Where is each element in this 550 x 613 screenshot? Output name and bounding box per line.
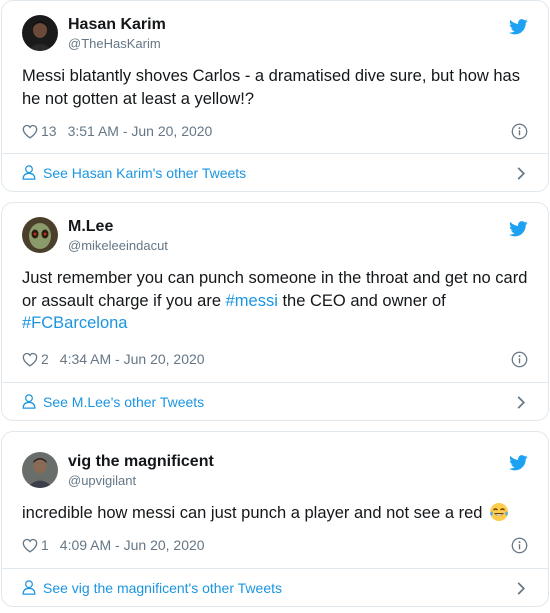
hashtag-link[interactable]: #FCBarcelona xyxy=(22,314,127,332)
author-handle[interactable]: @mikeleeindacut xyxy=(68,238,168,253)
twitter-bird-icon[interactable] xyxy=(509,19,528,35)
footer-link-label[interactable]: See Hasan Karim's other Tweets xyxy=(43,165,246,181)
tweet-card: Hasan Karim @TheHasKarim Messi blatantly… xyxy=(1,0,549,192)
chevron-right-icon[interactable] xyxy=(516,395,526,410)
info-icon[interactable] xyxy=(511,351,528,368)
person-icon xyxy=(22,394,36,409)
person-icon xyxy=(22,580,36,595)
info-icon[interactable] xyxy=(511,123,528,140)
like-count[interactable]: 1 xyxy=(41,537,49,553)
tweet-card: vig the magnificent @upvigilant incredib… xyxy=(1,431,549,607)
timestamp[interactable]: 3:51 AM - Jun 20, 2020 xyxy=(68,123,213,139)
tweet-card: M.Lee @mikeleeindacut Just remember you … xyxy=(1,202,549,421)
heart-icon[interactable] xyxy=(22,538,38,553)
timestamp[interactable]: 4:34 AM - Jun 20, 2020 xyxy=(60,351,205,367)
tweet-meta: 13 3:51 AM - Jun 20, 2020 xyxy=(22,122,212,140)
tweet-text-part: the CEO and owner of xyxy=(277,291,446,310)
author-name[interactable]: Hasan Karim xyxy=(68,16,166,34)
footer-link-label[interactable]: See vig the magnificent's other Tweets xyxy=(43,580,282,596)
info-icon[interactable] xyxy=(511,537,528,554)
tweet-meta: 2 4:34 AM - Jun 20, 2020 xyxy=(22,350,205,368)
avatar[interactable] xyxy=(22,217,58,253)
chevron-right-icon[interactable] xyxy=(516,581,526,596)
heart-icon[interactable] xyxy=(22,352,38,367)
author-name[interactable]: M.Lee xyxy=(68,218,113,236)
tweet-meta: 1 4:09 AM - Jun 20, 2020 xyxy=(22,536,205,554)
like-count[interactable]: 2 xyxy=(41,351,49,367)
tweet-text: Messi blatantly shoves Carlos - a dramat… xyxy=(22,67,520,108)
timestamp[interactable]: 4:09 AM - Jun 20, 2020 xyxy=(60,537,205,553)
see-other-tweets-link[interactable]: See M.Lee's other Tweets xyxy=(2,382,548,420)
person-icon xyxy=(22,165,36,180)
avatar[interactable] xyxy=(22,15,58,51)
chevron-right-icon[interactable] xyxy=(516,166,526,181)
avatar[interactable] xyxy=(22,452,58,488)
tweet-text: incredible how messi can just punch a pl… xyxy=(22,502,532,525)
author-name[interactable]: vig the magnificent xyxy=(68,453,214,471)
tweet-text: Just remember you can punch someone in t… xyxy=(22,267,532,335)
face-with-tears-of-joy-icon xyxy=(490,503,509,521)
see-other-tweets-link[interactable]: See vig the magnificent's other Tweets xyxy=(2,568,548,606)
footer-link-label[interactable]: See M.Lee's other Tweets xyxy=(43,394,204,410)
heart-icon[interactable] xyxy=(22,124,38,139)
like-count[interactable]: 13 xyxy=(41,123,57,139)
twitter-bird-icon[interactable] xyxy=(509,455,528,471)
tweet-text-part: incredible how messi can just punch a pl… xyxy=(22,504,483,522)
twitter-bird-icon[interactable] xyxy=(509,221,528,237)
hashtag-link[interactable]: #messi xyxy=(226,292,278,310)
author-handle[interactable]: @TheHasKarim xyxy=(68,36,161,51)
see-other-tweets-link[interactable]: See Hasan Karim's other Tweets xyxy=(2,153,548,191)
author-handle[interactable]: @upvigilant xyxy=(68,473,136,488)
